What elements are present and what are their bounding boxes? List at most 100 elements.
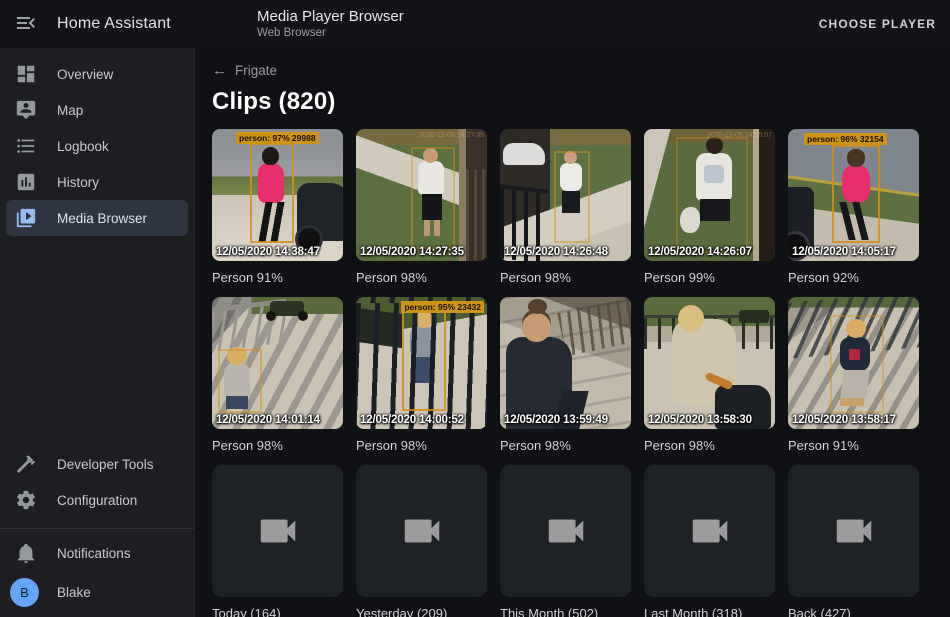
clip-timestamp: 12/05/2020 14:05:17	[792, 245, 917, 258]
sidebar-nav: Overview Map Logbook History Media Browser	[0, 56, 194, 236]
choose-player-button[interactable]: CHOOSE PLAYER	[819, 17, 936, 31]
thumbnail-figure	[753, 129, 775, 261]
sidebar-item-map[interactable]: Map	[6, 92, 188, 128]
clip-item[interactable]: 12/05/2020 14:27:35 2020-12-05 14:27:35 …	[356, 129, 487, 286]
clip-timestamp: 12/05/2020 13:58:17	[792, 413, 917, 426]
clip-thumbnail: 12/05/2020 14:05:17 person: 96% 32154	[788, 129, 919, 261]
sidebar-item-label: Map	[57, 103, 83, 118]
poll-box-icon	[14, 170, 38, 194]
clip-item[interactable]: 12/05/2020 14:00:52 person: 95% 23432 Pe…	[356, 297, 487, 454]
clip-thumbnail: 12/05/2020 13:58:30	[644, 297, 775, 429]
clip-item[interactable]: 12/05/2020 14:38:47 person: 97% 29988 Pe…	[212, 129, 343, 286]
clip-timestamp: 12/05/2020 14:26:48	[504, 245, 629, 258]
breadcrumb-back[interactable]: ← Frigate	[212, 62, 277, 79]
avatar: B	[10, 578, 39, 607]
thumbnail-figure	[297, 183, 343, 241]
sidebar-toggle-button[interactable]	[6, 4, 46, 44]
sidebar-divider	[0, 528, 194, 529]
folder-label: Last Month (318)	[644, 606, 775, 617]
detection-label: person: 97% 29988	[236, 132, 319, 144]
sidebar-item-configuration[interactable]: Configuration	[6, 482, 188, 518]
clip-thumbnail: 12/05/2020 14:01:14	[212, 297, 343, 429]
video-icon	[399, 508, 445, 554]
folder-thumbnail	[356, 465, 487, 597]
thumbnail-figure	[270, 301, 304, 316]
clip-timestamp: 12/05/2020 13:58:30	[648, 413, 773, 426]
clip-caption: Person 98%	[356, 270, 487, 286]
clip-caption: Person 98%	[212, 438, 343, 454]
clip-timestamp: 12/05/2020 14:00:52	[360, 413, 485, 426]
video-icon	[255, 508, 301, 554]
sidebar-footer-nav: Developer Tools Configuration	[0, 446, 194, 518]
folder-item[interactable]: Yesterday (209)	[356, 465, 487, 617]
clip-caption: Person 91%	[788, 438, 919, 454]
folder-item[interactable]: Today (164)	[212, 465, 343, 617]
clip-timestamp: 12/05/2020 14:01:14	[216, 413, 341, 426]
sidebar-item-developer-tools[interactable]: Developer Tools	[6, 446, 188, 482]
clip-item[interactable]: 12/05/2020 14:05:17 person: 96% 32154 Pe…	[788, 129, 919, 286]
detection-box	[676, 137, 748, 253]
folder-thumbnail	[644, 465, 775, 597]
clip-timestamp: 12/05/2020 14:26:07	[648, 245, 773, 258]
media-player-title: Media Player Browser	[257, 8, 404, 26]
sidebar-item-label: Configuration	[57, 493, 137, 508]
cog-icon	[14, 488, 38, 512]
sidebar-item-label: History	[57, 175, 99, 190]
clip-item[interactable]: 12/05/2020 14:26:48 Person 98%	[500, 129, 631, 286]
clip-thumbnail: 12/05/2020 14:26:48	[500, 129, 631, 261]
breadcrumb-label: Frigate	[235, 63, 277, 78]
camera-overlay-timestamp: 2020-12-05 14:27:35	[419, 132, 484, 139]
folder-thumbnail	[212, 465, 343, 597]
folder-label: Today (164)	[212, 606, 343, 617]
detection-label: person: 96% 32154	[804, 133, 887, 145]
clip-thumbnail: 12/05/2020 14:00:52 person: 95% 23432	[356, 297, 487, 429]
clip-thumbnail: 12/05/2020 13:59:49	[500, 297, 631, 429]
sidebar-item-history[interactable]: History	[6, 164, 188, 200]
detection-box	[402, 309, 446, 411]
clip-timestamp: 12/05/2020 13:59:49	[504, 413, 629, 426]
hammer-icon	[14, 452, 38, 476]
thumbnail-figure	[788, 187, 814, 253]
folder-item[interactable]: Back (427)	[788, 465, 919, 617]
page-title: Clips (820)	[212, 88, 950, 116]
video-icon	[831, 508, 877, 554]
clip-item[interactable]: 12/05/2020 13:58:30 Person 98%	[644, 297, 775, 454]
clip-item[interactable]: 12/05/2020 13:58:17 Person 91%	[788, 297, 919, 454]
folder-label: Back (427)	[788, 606, 919, 617]
clip-item[interactable]: 12/05/2020 14:01:14 Person 98%	[212, 297, 343, 454]
clip-item[interactable]: 12/05/2020 14:26:07 2020-12-05 14:26:07 …	[644, 129, 775, 286]
clip-timestamp: 12/05/2020 14:38:47	[216, 245, 341, 258]
sidebar-item-notifications[interactable]: Notifications	[6, 535, 188, 571]
media-browser-content: ← Frigate Clips (820) 12/05/2020 14:38:4…	[196, 48, 950, 617]
folder-item[interactable]: Last Month (318)	[644, 465, 775, 617]
clip-caption: Person 98%	[356, 438, 487, 454]
folder-thumbnail	[788, 465, 919, 597]
media-player-subtitle: Web Browser	[257, 26, 404, 40]
folder-thumbnail	[500, 465, 631, 597]
app-header: Home Assistant Media Player Browser Web …	[0, 0, 950, 48]
folder-item[interactable]: This Month (502)	[500, 465, 631, 617]
sidebar-profile[interactable]: B Blake	[6, 571, 188, 613]
sidebar-item-logbook[interactable]: Logbook	[6, 128, 188, 164]
detection-label: person: 95% 23432	[401, 301, 484, 313]
tooltip-account-icon	[14, 98, 38, 122]
app-title: Home Assistant	[57, 15, 171, 33]
sidebar-item-label: Notifications	[57, 546, 131, 561]
sidebar-item-media-browser[interactable]: Media Browser	[6, 200, 188, 236]
clip-item[interactable]: 12/05/2020 13:59:49 Person 98%	[500, 297, 631, 454]
clip-thumbnail: 12/05/2020 13:58:17	[788, 297, 919, 429]
folder-label: Yesterday (209)	[356, 606, 487, 617]
folder-label: This Month (502)	[500, 606, 631, 617]
clip-caption: Person 99%	[644, 270, 775, 286]
app-header-left: Home Assistant	[0, 4, 195, 44]
video-icon	[543, 508, 589, 554]
play-box-multiple-icon	[14, 206, 38, 230]
bell-icon	[14, 541, 38, 565]
clip-caption: Person 98%	[500, 438, 631, 454]
detection-box	[218, 349, 262, 413]
detection-box	[554, 151, 590, 243]
thumbnail-figure	[503, 143, 545, 165]
sidebar-item-overview[interactable]: Overview	[6, 56, 188, 92]
sidebar-spacer	[0, 236, 194, 446]
menu-open-icon	[14, 11, 38, 38]
